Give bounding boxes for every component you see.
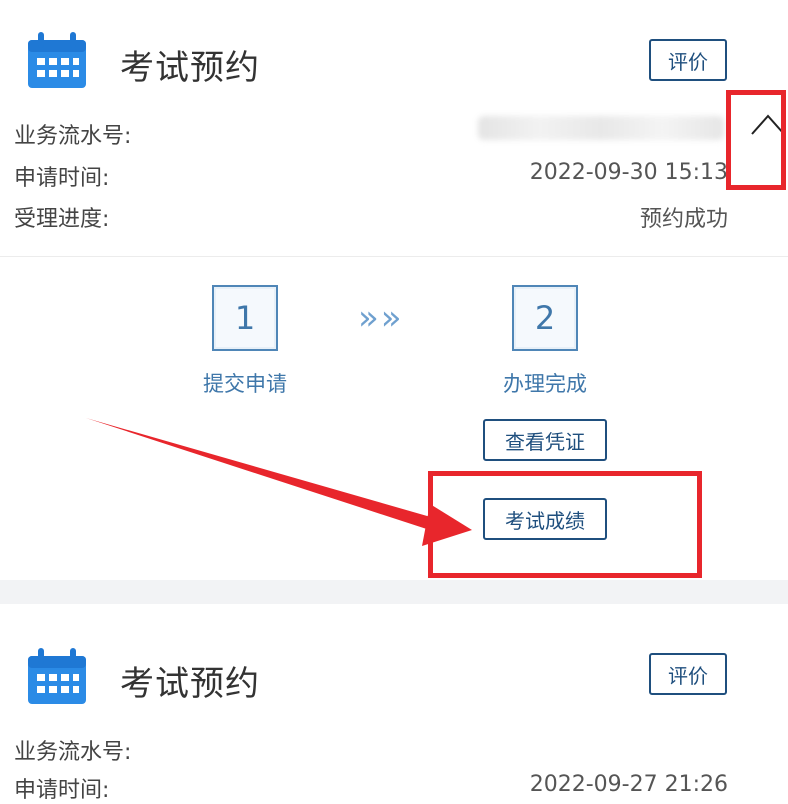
view-certificate-button[interactable]: 查看凭证	[483, 419, 607, 461]
chevron-up-icon[interactable]	[750, 110, 786, 140]
step-2-label: 办理完成	[503, 372, 587, 396]
rate-button[interactable]: 评价	[649, 653, 727, 695]
calendar-icon	[28, 32, 86, 88]
calendar-icon	[28, 648, 86, 704]
progress-label: 受理进度:	[14, 207, 110, 232]
exam-score-button[interactable]: 考试成绩	[483, 498, 607, 540]
appointment-card-1: 考试预约 评价 业务流水号: 申请时间: 2022-09-30 15:13 受理…	[0, 0, 788, 580]
serial-number-value-redacted	[478, 116, 724, 140]
progress-value: 预约成功	[639, 207, 728, 232]
section-divider	[0, 256, 788, 257]
step-1-box: 1	[212, 285, 278, 351]
apply-time-label: 申请时间:	[14, 778, 110, 803]
card-separator	[0, 580, 788, 604]
step-1-label: 提交申请	[203, 372, 287, 396]
card-title: 考试预约	[120, 664, 260, 704]
step-2-box: 2	[512, 285, 578, 351]
rate-button[interactable]: 评价	[649, 39, 727, 81]
card-title: 考试预约	[120, 48, 260, 88]
appointment-card-2: 考试预约 评价 业务流水号: 申请时间: 2022-09-27 21:26	[0, 604, 788, 803]
serial-number-label: 业务流水号:	[14, 124, 132, 149]
serial-number-label: 业务流水号:	[14, 740, 132, 765]
apply-time-label: 申请时间:	[14, 166, 110, 191]
apply-time-value: 2022-09-30 15:13	[529, 160, 728, 185]
double-chevron-right-icon: »»	[358, 298, 404, 338]
apply-time-value: 2022-09-27 21:26	[529, 772, 728, 797]
